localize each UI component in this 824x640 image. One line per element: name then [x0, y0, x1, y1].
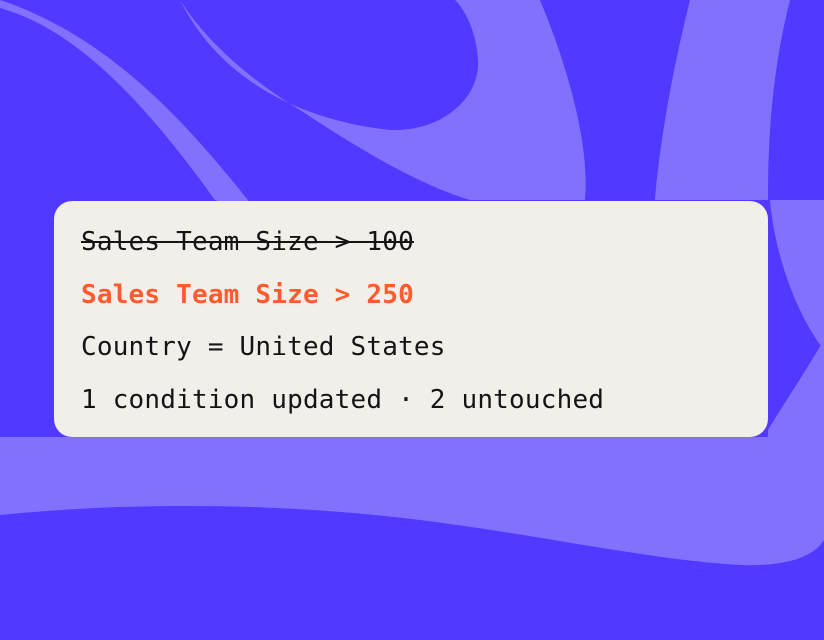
wave-band-upper-left [0, 0, 260, 215]
wave-band-right [655, 0, 790, 200]
wave-band-top [180, 0, 586, 200]
wave-band-bottom-fill [0, 437, 824, 566]
wave-band-right-edge [770, 200, 824, 350]
previous-condition: Sales Team Size > 100 [81, 227, 414, 257]
unchanged-condition: Country = United States [81, 332, 446, 362]
conditions-card: Sales Team Size > 100 Sales Team Size > … [54, 201, 768, 437]
updated-condition: Sales Team Size > 250 [81, 279, 414, 310]
change-summary: 1 condition updated · 2 untouched [81, 384, 605, 415]
